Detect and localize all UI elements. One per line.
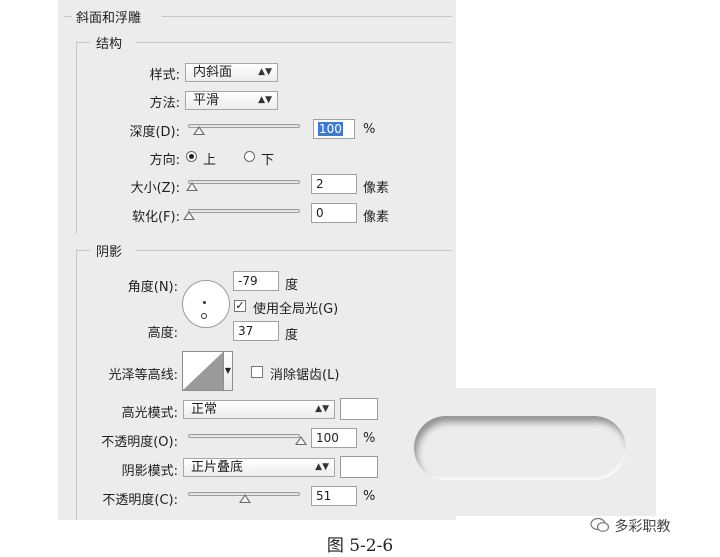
- highlight-mode-dropdown[interactable]: 正常 ▲▼: [183, 400, 335, 419]
- direction-up-label: 上: [203, 153, 217, 168]
- gloss-contour-label: 光泽等高线:: [108, 368, 178, 383]
- anti-aliased-label: 消除锯齿(L): [270, 368, 340, 383]
- size-label: 大小(Z):: [130, 181, 180, 196]
- dial-handle[interactable]: [201, 313, 207, 319]
- updown-arrow-icon: ▲▼: [258, 95, 272, 105]
- updown-arrow-icon: ▲▼: [258, 67, 272, 77]
- angle-input[interactable]: -79: [233, 271, 279, 291]
- direction-up-radio[interactable]: [186, 151, 197, 162]
- size-input[interactable]: 2: [311, 174, 357, 194]
- bevel-pill-shape: [414, 416, 626, 480]
- shadow-mode-value: 正片叠底: [191, 460, 244, 475]
- divider: [76, 250, 90, 251]
- highlight-opacity-slider[interactable]: [188, 434, 300, 438]
- highlight-opacity-unit: %: [363, 431, 376, 446]
- soften-label: 软化(F):: [131, 210, 180, 225]
- highlight-mode-value: 正常: [191, 402, 218, 417]
- angle-dial[interactable]: [182, 280, 230, 328]
- depth-label: 深度(D):: [129, 125, 180, 140]
- structure-group-title: 结构: [96, 37, 123, 52]
- shadow-opacity-slider-thumb[interactable]: [239, 494, 251, 503]
- effect-preview-image: [388, 388, 656, 516]
- technique-label: 方法:: [149, 96, 180, 111]
- depth-input[interactable]: 100: [313, 119, 355, 139]
- size-unit: 像素: [363, 181, 390, 196]
- altitude-label: 高度:: [147, 326, 178, 341]
- updown-arrow-icon: ▲▼: [315, 462, 329, 472]
- section-title: 斜面和浮雕: [76, 11, 142, 26]
- divider: [76, 42, 77, 234]
- direction-down-radio[interactable]: [244, 151, 255, 162]
- altitude-unit: 度: [285, 328, 299, 343]
- shadow-color-swatch[interactable]: [340, 456, 378, 478]
- style-label: 样式:: [149, 68, 180, 83]
- figure-caption: 图 5-2-6: [326, 536, 394, 556]
- contour-curve-icon: [183, 352, 223, 390]
- gloss-contour-picker[interactable]: [182, 351, 224, 391]
- style-dropdown[interactable]: 内斜面 ▲▼: [185, 63, 278, 82]
- soften-unit: 像素: [363, 210, 390, 225]
- depth-unit: %: [363, 122, 376, 137]
- highlight-opacity-input[interactable]: 100: [311, 428, 357, 448]
- shadow-mode-dropdown[interactable]: 正片叠底 ▲▼: [183, 458, 335, 477]
- technique-dropdown[interactable]: 平滑 ▲▼: [185, 91, 278, 110]
- depth-slider-thumb[interactable]: [193, 126, 205, 135]
- soften-input[interactable]: 0: [311, 203, 357, 223]
- anti-aliased-checkbox[interactable]: [251, 366, 263, 378]
- angle-unit: 度: [285, 278, 299, 293]
- divider: [76, 250, 77, 520]
- highlight-opacity-label: 不透明度(O):: [101, 435, 178, 450]
- direction-down-label: 下: [261, 153, 275, 168]
- size-slider[interactable]: [188, 180, 300, 184]
- technique-value: 平滑: [193, 93, 220, 108]
- shadow-opacity-input[interactable]: 51: [311, 486, 357, 506]
- direction-label: 方向:: [149, 153, 180, 168]
- highlight-opacity-slider-thumb[interactable]: [295, 436, 307, 445]
- shadow-mode-label: 阴影模式:: [121, 464, 178, 479]
- soften-slider[interactable]: [188, 209, 300, 213]
- altitude-input[interactable]: 37: [233, 321, 279, 341]
- highlight-mode-label: 高光模式:: [121, 406, 178, 421]
- global-light-checkbox[interactable]: ✓: [234, 300, 246, 312]
- divider: [76, 42, 90, 43]
- shading-group-title: 阴影: [96, 245, 123, 260]
- divider: [136, 42, 452, 43]
- divider: [162, 16, 452, 17]
- dial-center: [203, 301, 206, 304]
- style-value: 内斜面: [193, 65, 233, 80]
- shadow-opacity-unit: %: [363, 489, 376, 504]
- shadow-opacity-label: 不透明度(C):: [102, 493, 178, 508]
- global-light-label: 使用全局光(G): [253, 302, 339, 317]
- contour-dropdown-arrow-icon[interactable]: ▼: [224, 351, 233, 391]
- divider: [64, 16, 72, 17]
- updown-arrow-icon: ▲▼: [315, 404, 329, 414]
- soften-slider-thumb[interactable]: [183, 211, 195, 220]
- size-slider-thumb[interactable]: [186, 182, 198, 191]
- highlight-color-swatch[interactable]: [340, 398, 378, 420]
- angle-label: 角度(N):: [127, 280, 178, 295]
- divider: [136, 250, 452, 251]
